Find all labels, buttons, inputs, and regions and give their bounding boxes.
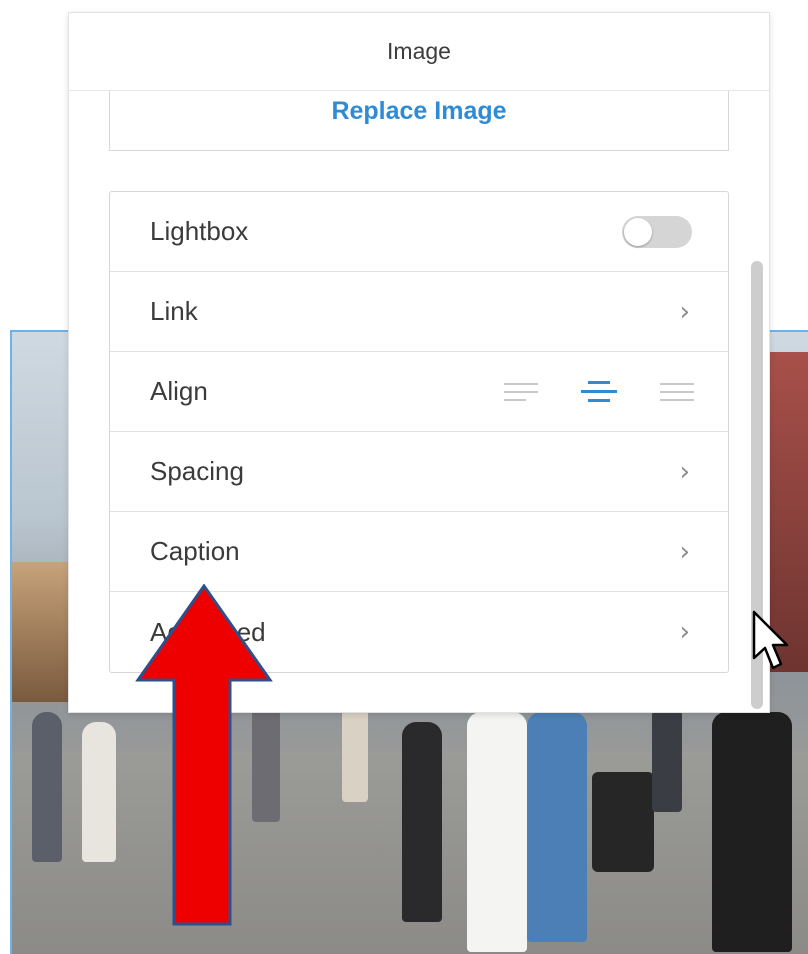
setting-row-align: Align [110, 352, 728, 432]
setting-label-link: Link [150, 296, 198, 326]
align-left-icon[interactable] [504, 382, 538, 401]
align-options [504, 381, 694, 402]
red-up-arrow-icon [135, 584, 273, 926]
lightbox-toggle[interactable] [622, 215, 692, 248]
setting-label-caption: Caption [150, 536, 240, 566]
panel-title: Image [69, 13, 769, 91]
chevron-right-icon: › [679, 456, 690, 487]
toggle-knob [624, 217, 652, 246]
align-right-icon[interactable] [660, 382, 694, 401]
photo-crowd [12, 692, 808, 952]
setting-row-caption[interactable]: Caption › [110, 512, 728, 592]
setting-row-spacing[interactable]: Spacing › [110, 432, 728, 512]
photo-building-left [12, 562, 70, 702]
align-center-icon[interactable] [581, 381, 617, 402]
chevron-right-icon: › [679, 296, 690, 327]
setting-label-lightbox: Lightbox [150, 216, 249, 246]
chevron-right-icon: › [679, 536, 690, 567]
mouse-pointer-icon [752, 610, 789, 670]
chevron-right-icon: › [679, 617, 690, 647]
setting-label-align: Align [150, 376, 208, 406]
setting-row-lightbox[interactable]: Lightbox [110, 192, 728, 272]
replace-image-button[interactable]: Replace Image [109, 91, 729, 151]
setting-row-link[interactable]: Link › [110, 272, 728, 352]
setting-label-spacing: Spacing [150, 456, 244, 486]
